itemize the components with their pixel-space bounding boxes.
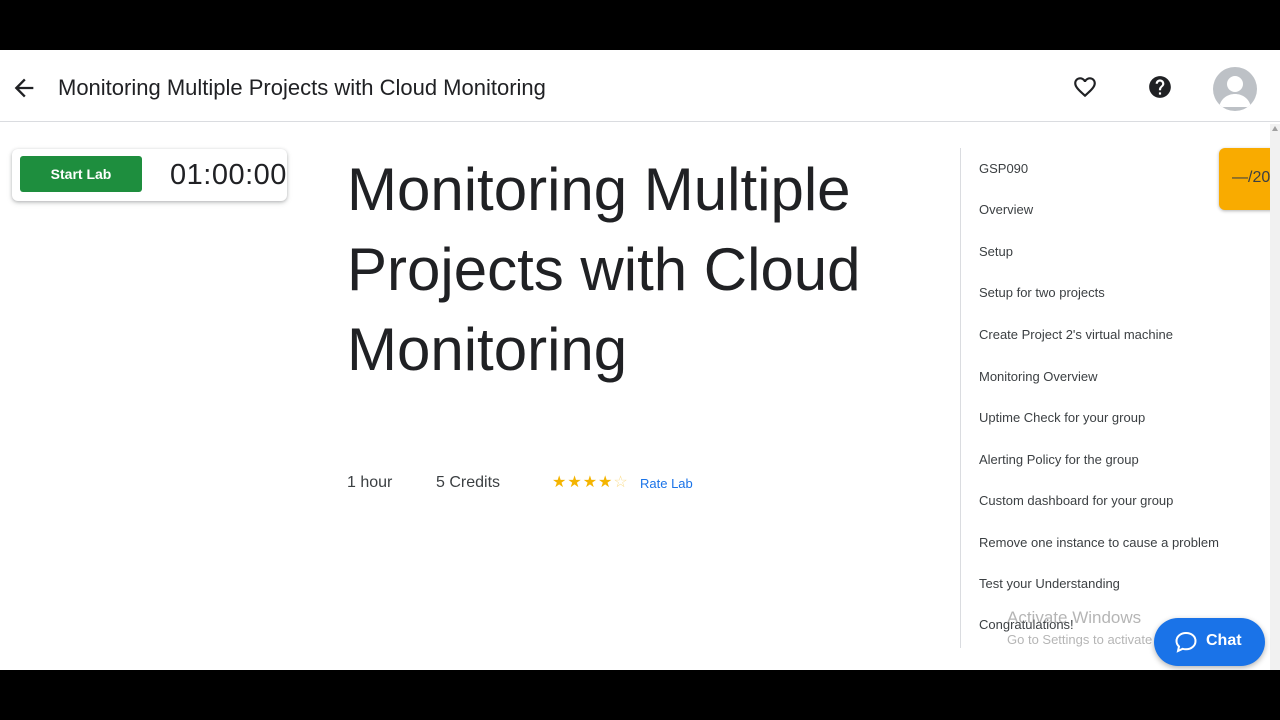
page-scrollbar[interactable] xyxy=(1270,124,1280,670)
start-lab-button[interactable]: Start Lab xyxy=(20,156,142,192)
rating-stars[interactable]: ★ ★ ★ ★ ☆ xyxy=(552,474,628,492)
toc-item-remove-instance[interactable]: Remove one instance to cause a problem xyxy=(979,535,1219,550)
toc-item-custom-dashboard[interactable]: Custom dashboard for your group xyxy=(979,493,1173,508)
user-silhouette-icon xyxy=(1219,76,1251,107)
star-filled-icon: ★ xyxy=(567,474,582,491)
star-filled-icon: ★ xyxy=(552,474,567,491)
star-filled-icon: ★ xyxy=(598,474,613,491)
toc-item-gsp090[interactable]: GSP090 xyxy=(979,161,1028,176)
scroll-up-arrow-icon[interactable] xyxy=(1272,126,1278,131)
score-text: —/20 xyxy=(1232,169,1271,186)
rate-lab-link[interactable]: Rate Lab xyxy=(640,476,693,491)
lab-title: Monitoring Multiple Projects with Cloud … xyxy=(347,156,861,383)
windows-activation-title: Activate Windows xyxy=(1007,608,1142,627)
chat-bubble-icon xyxy=(1175,631,1197,653)
chat-button[interactable]: Chat xyxy=(1154,618,1265,666)
toc-item-setup-two-projects[interactable]: Setup for two projects xyxy=(979,285,1105,300)
help-icon[interactable] xyxy=(1147,74,1173,100)
page-title: Monitoring Multiple Projects with Cloud … xyxy=(58,75,546,100)
toc-item-uptime-check[interactable]: Uptime Check for your group xyxy=(979,410,1145,425)
toc-item-alerting-policy[interactable]: Alerting Policy for the group xyxy=(979,452,1139,467)
star-filled-icon: ★ xyxy=(582,474,598,491)
toc-item-overview[interactable]: Overview xyxy=(979,202,1033,217)
star-empty-icon: ☆ xyxy=(613,474,628,491)
back-arrow-icon[interactable] xyxy=(10,74,38,102)
chat-label: Chat xyxy=(1206,632,1242,649)
toc-item-test-understanding[interactable]: Test your Understanding xyxy=(979,576,1120,591)
lab-credits: 5 Credits xyxy=(436,474,501,491)
lab-page: Monitoring Multiple Projects with Cloud … xyxy=(0,50,1280,670)
top-bar: Monitoring Multiple Projects with Cloud … xyxy=(0,50,1280,122)
toc-item-setup[interactable]: Setup xyxy=(979,244,1013,259)
avatar-icon[interactable] xyxy=(1213,67,1257,111)
toc-item-monitoring-overview[interactable]: Monitoring Overview xyxy=(979,369,1098,384)
heart-icon[interactable] xyxy=(1072,74,1098,100)
lab-control-card: Start Lab 01:00:00 xyxy=(12,149,287,201)
lab-timer: 01:00:00 xyxy=(170,159,287,191)
lab-duration: 1 hour xyxy=(347,474,393,491)
table-of-contents: GSP090 Overview Setup Setup for two proj… xyxy=(960,148,1261,648)
toc-item-create-vm[interactable]: Create Project 2's virtual machine xyxy=(979,327,1173,342)
